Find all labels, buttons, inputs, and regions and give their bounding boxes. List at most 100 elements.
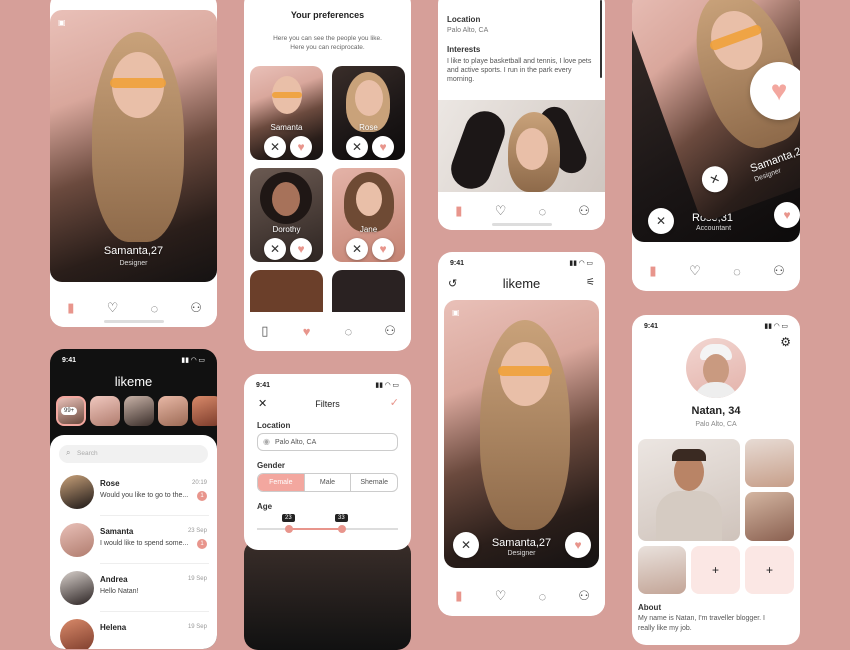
photo-desert[interactable]	[745, 439, 794, 487]
likes-icon[interactable]: ♥	[298, 322, 316, 340]
interests-label: Interests	[447, 45, 481, 54]
message-time: 19 Sep	[187, 624, 207, 630]
heart-icon[interactable]: ♥	[774, 202, 800, 228]
likes-icon[interactable]: ♡	[492, 202, 510, 220]
divider	[100, 515, 209, 516]
settings-icon[interactable]: ⚙	[780, 335, 791, 349]
home-indicator	[491, 223, 552, 226]
chat-row-rose[interactable]: Rose Would you like to go to the... 20:1…	[58, 471, 209, 515]
profile-photo[interactable]: ▣ Samanta,27 Designer	[50, 10, 217, 282]
add-photo-button[interactable]: +	[691, 546, 740, 594]
home-indicator	[103, 320, 164, 323]
status-bar: 9:41 ▮▮ ◠ ▭	[244, 377, 411, 393]
heart-icon[interactable]: ♥	[372, 136, 394, 158]
pref-card-dorothy[interactable]: Dorothy ✕ ♥	[250, 168, 323, 262]
profile-role: Designer	[119, 260, 148, 267]
avatar[interactable]	[686, 338, 746, 398]
profile-photo[interactable]: ▣ ✕ Samanta,27 Designer ♥	[444, 300, 599, 568]
scrollbar[interactable]	[600, 0, 602, 78]
profile-icon[interactable]: ⚇	[575, 587, 593, 605]
heart-icon[interactable]: ♥	[565, 532, 591, 558]
cards-icon[interactable]: ▮	[450, 587, 468, 605]
close-icon[interactable]: ✕	[698, 162, 732, 196]
message-preview: I would like to spend some...	[100, 540, 189, 547]
story-avatar[interactable]	[124, 396, 154, 426]
chat-icon[interactable]: ◌	[533, 587, 551, 605]
chat-row-samanta[interactable]: Samanta I would like to spend some... 23…	[58, 519, 209, 563]
add-photo-button-2[interactable]: +	[745, 546, 794, 594]
filter-icon[interactable]: ⚟	[586, 277, 595, 288]
profile-icon[interactable]: ⚇	[187, 299, 205, 317]
chat-icon[interactable]: ◌	[728, 262, 746, 280]
chat-icon[interactable]: ◌	[533, 202, 551, 220]
avatar	[60, 475, 94, 509]
photo-hand[interactable]	[745, 492, 794, 541]
photo-dunes[interactable]	[638, 546, 686, 594]
pref-card-jane[interactable]: Jane ✕ ♥	[332, 168, 405, 262]
location-field[interactable]: ◉ Palo Alto, CA	[257, 433, 398, 451]
screen-filters: 9:41 ▮▮ ◠ ▭ ✕ Filters ✓ Location ◉ Palo …	[244, 374, 411, 550]
cards-icon[interactable]: ▮	[62, 299, 80, 317]
likes-icon[interactable]: ♡	[104, 299, 122, 317]
pref-card-rose[interactable]: Rose ✕ ♥	[332, 66, 405, 160]
age-max-handle[interactable]	[338, 525, 346, 533]
page-subtitle: Here you can see the people you like.	[273, 35, 382, 42]
profile-location: Palo Alto, CA	[695, 421, 737, 428]
likes-icon[interactable]: ♡	[686, 262, 704, 280]
gallery-photo[interactable]	[438, 100, 605, 195]
story-avatar[interactable]	[90, 396, 120, 426]
photo-main[interactable]	[638, 439, 740, 541]
profile-icon[interactable]: ⚇	[770, 262, 788, 280]
check-icon[interactable]: ✓	[390, 396, 399, 409]
gender-option-male[interactable]: Male	[305, 474, 352, 491]
search-input[interactable]: ⌕ Search	[59, 445, 208, 463]
search-placeholder: Search	[77, 450, 98, 457]
heart-icon[interactable]: ♥	[372, 238, 394, 260]
message-time: 20:19	[191, 480, 207, 486]
profile-name: Natan, 34	[691, 405, 741, 417]
screen-details: Location Palo Alto, CA Interests I like …	[438, 0, 605, 230]
profile-icon[interactable]: ⚇	[575, 202, 593, 220]
chat-row-helena[interactable]: Helena 19 Sep	[58, 615, 209, 649]
about-text-2: really like my job.	[638, 625, 692, 632]
close-icon[interactable]: ✕	[346, 238, 368, 260]
gender-label: Gender	[257, 461, 286, 470]
message-time: 19 Sep	[187, 576, 207, 582]
close-icon[interactable]: ✕	[648, 208, 674, 234]
app-title: likeme	[502, 276, 541, 291]
card-name: Rose	[359, 123, 378, 132]
cards-icon[interactable]: ▮	[644, 262, 662, 280]
chat-row-andrea[interactable]: Andrea Hello Natan! 19 Sep	[58, 567, 209, 611]
filters-backdrop	[244, 540, 411, 650]
heart-icon[interactable]: ♥	[290, 136, 312, 158]
story-avatar[interactable]	[192, 396, 217, 426]
page-title: Filters	[315, 399, 340, 409]
heart-icon[interactable]: ♥	[290, 238, 312, 260]
card-name: Jane	[359, 225, 378, 234]
age-min-value: 23	[282, 514, 295, 522]
age-max-value: 33	[335, 514, 348, 522]
status-bar: 9:41 ▮▮ ◠ ▭	[50, 352, 217, 368]
close-icon[interactable]: ✕	[264, 238, 286, 260]
chat-icon[interactable]: ◌	[145, 299, 163, 317]
gender-option-female[interactable]: Female	[258, 474, 305, 491]
story-avatar[interactable]	[158, 396, 188, 426]
chat-icon[interactable]: ◌	[339, 322, 357, 340]
message-time: 23 Sep	[187, 528, 207, 534]
location-value: Palo Alto, CA	[275, 439, 317, 446]
back-card-role: Accountant	[696, 225, 732, 232]
close-icon[interactable]: ✕	[346, 136, 368, 158]
cards-icon[interactable]: ▮	[450, 202, 468, 220]
page-subtitle-2: Here you can reciprocate.	[290, 44, 365, 51]
age-min-handle[interactable]	[285, 525, 293, 533]
gender-option-shemale[interactable]: Shemale	[351, 474, 397, 491]
cards-icon[interactable]: ▯	[256, 322, 274, 340]
like-heart-large[interactable]: ♥	[750, 62, 800, 120]
story-likes[interactable]: 99+	[56, 396, 86, 426]
close-icon[interactable]: ✕	[264, 136, 286, 158]
likes-icon[interactable]: ♡	[492, 587, 510, 605]
profile-icon[interactable]: ⚇	[381, 322, 399, 340]
tab-bar: ▯ ♥ ◌ ⚇	[244, 312, 411, 350]
pref-card-samanta[interactable]: Samanta ✕ ♥	[250, 66, 323, 160]
contact-name: Rose	[100, 479, 120, 488]
